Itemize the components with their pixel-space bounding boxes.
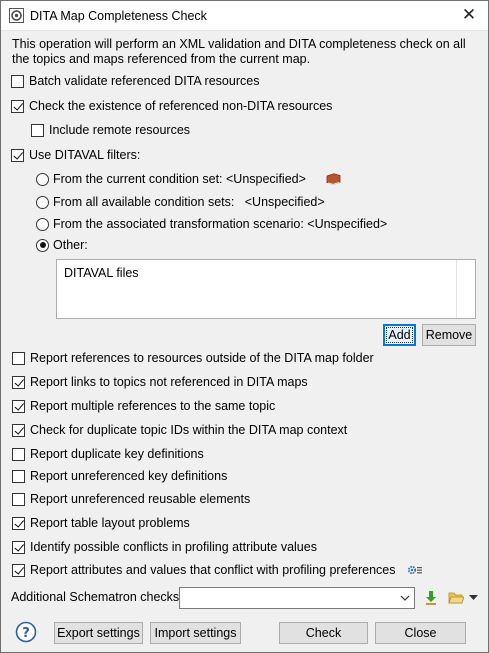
unreferenced-reusable-elements-option[interactable]: Report unreferenced reusable elements — [12, 490, 250, 508]
report-unreferenced-topics-option[interactable]: Report links to topics not referenced in… — [12, 373, 308, 391]
dialog-window: DITA Map Completeness Check ✕ This opera… — [0, 0, 489, 653]
table-layout-problems-option[interactable]: Report table layout problems — [12, 514, 190, 532]
report-label: Check for duplicate topic IDs within the… — [30, 423, 348, 437]
report-checkbox[interactable] — [12, 447, 25, 461]
radio-all-condition-sets[interactable]: From all available condition sets: <Unsp… — [36, 193, 325, 211]
report-checkbox[interactable] — [12, 375, 25, 389]
schematron-combo[interactable] — [179, 587, 415, 609]
book-icon[interactable] — [326, 173, 341, 185]
report-checkbox[interactable] — [12, 469, 25, 483]
close-icon: ✕ — [461, 5, 477, 24]
radio-button[interactable] — [36, 217, 49, 231]
radio-label: From the current condition set: <Unspeci… — [53, 172, 306, 186]
duplicate-topic-ids-option[interactable]: Check for duplicate topic IDs within the… — [12, 421, 347, 439]
radio-other[interactable]: Other: — [36, 236, 88, 254]
close-button[interactable]: Close — [375, 622, 466, 644]
batch-validate-checkbox[interactable] — [11, 74, 24, 88]
check-label: Check — [305, 626, 342, 640]
use-ditaval-option[interactable]: Use DITAVAL filters: — [11, 146, 140, 164]
report-checkbox[interactable] — [12, 351, 25, 365]
add-ditaval-label: Add — [386, 327, 413, 343]
dropdown-icon[interactable] — [469, 595, 478, 601]
table-column-divider — [456, 260, 457, 318]
operation-description: This operation will perform an XML valid… — [12, 37, 466, 66]
radio-label: From the associated transformation scena… — [53, 217, 388, 231]
folder-open-icon[interactable] — [448, 591, 464, 605]
include-remote-option[interactable]: Include remote resources — [31, 121, 190, 139]
radio-transformation-scenario[interactable]: From the associated transformation scena… — [36, 215, 387, 233]
radio-button[interactable] — [36, 195, 49, 209]
duplicate-key-definitions-option[interactable]: Report duplicate key definitions — [12, 445, 204, 463]
report-label: Report attributes and values that confli… — [30, 563, 396, 577]
report-label: Report multiple references to the same t… — [30, 399, 276, 413]
window-title: DITA Map Completeness Check — [30, 9, 207, 23]
batch-validate-label: Batch validate referenced DITA resources — [29, 74, 260, 88]
report-label: Report duplicate key definitions — [30, 447, 204, 461]
report-checkbox[interactable] — [12, 399, 25, 413]
report-checkbox[interactable] — [12, 516, 25, 530]
radio-current-condition-set[interactable]: From the current condition set: <Unspeci… — [36, 170, 341, 188]
include-remote-label: Include remote resources — [49, 123, 191, 137]
ditaval-files-header: DITAVAL files — [64, 266, 139, 280]
remove-ditaval-label: Remove — [425, 328, 473, 342]
check-non-dita-checkbox[interactable] — [11, 99, 24, 113]
svg-text:?: ? — [22, 626, 30, 641]
radio-label: From all available condition sets: <Unsp… — [53, 195, 325, 209]
import-settings-button[interactable]: Import settings — [150, 622, 241, 644]
report-multiple-references-option[interactable]: Report multiple references to the same t… — [12, 397, 275, 415]
report-checkbox[interactable] — [12, 492, 25, 506]
check-non-dita-label: Check the existence of referenced non-DI… — [29, 99, 333, 113]
export-settings-label: Export settings — [57, 626, 140, 640]
report-outside-folder-option[interactable]: Report references to resources outside o… — [12, 349, 374, 367]
batch-validate-option[interactable]: Batch validate referenced DITA resources — [11, 72, 259, 90]
add-ditaval-button[interactable]: Add — [383, 324, 416, 346]
help-icon[interactable]: ? — [15, 621, 37, 643]
unreferenced-key-definitions-option[interactable]: Report unreferenced key definitions — [12, 467, 227, 485]
ditaval-files-table[interactable]: DITAVAL files — [56, 259, 476, 319]
radio-button[interactable] — [36, 238, 49, 252]
report-checkbox[interactable] — [12, 423, 25, 437]
report-label: Report table layout problems — [30, 516, 190, 530]
profiling-preferences-conflicts-option[interactable]: Report attributes and values that confli… — [12, 561, 423, 579]
title-bar: DITA Map Completeness Check ✕ — [1, 1, 488, 31]
report-label: Identify possible conflicts in profiling… — [30, 540, 317, 554]
chevron-down-icon[interactable] — [400, 592, 410, 604]
report-checkbox[interactable] — [12, 540, 25, 554]
report-checkbox[interactable] — [12, 563, 25, 577]
report-label: Report unreferenced key definitions — [30, 469, 228, 483]
report-label: Report links to topics not referenced in… — [30, 375, 308, 389]
close-window-button[interactable]: ✕ — [456, 3, 482, 27]
schematron-label: Additional Schematron checks: — [11, 590, 183, 604]
app-icon — [9, 8, 24, 23]
check-non-dita-option[interactable]: Check the existence of referenced non-DI… — [11, 97, 332, 115]
export-settings-button[interactable]: Export settings — [54, 622, 143, 644]
report-label: Report references to resources outside o… — [30, 351, 374, 365]
profiling-conflicts-option[interactable]: Identify possible conflicts in profiling… — [12, 538, 317, 556]
radio-button[interactable] — [36, 172, 49, 186]
import-settings-label: Import settings — [154, 626, 237, 640]
download-icon[interactable] — [424, 590, 438, 606]
remove-ditaval-button[interactable]: Remove — [422, 324, 476, 346]
use-ditaval-label: Use DITAVAL filters: — [29, 148, 141, 162]
use-ditaval-checkbox[interactable] — [11, 148, 24, 162]
include-remote-checkbox[interactable] — [31, 123, 44, 137]
close-label: Close — [404, 626, 437, 640]
settings-icon[interactable] — [407, 564, 423, 576]
check-button[interactable]: Check — [279, 622, 368, 644]
radio-label: Other: — [53, 238, 88, 252]
report-label: Report unreferenced reusable elements — [30, 492, 251, 506]
